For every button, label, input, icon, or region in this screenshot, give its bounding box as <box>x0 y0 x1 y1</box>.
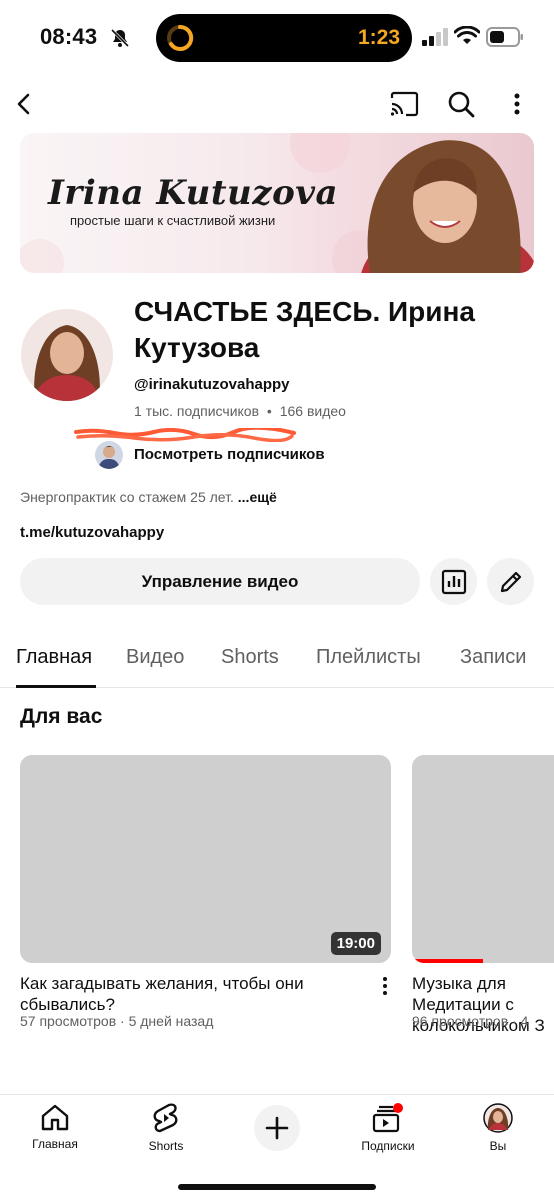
video-meta: 96 просмотров · 4 <box>412 1013 529 1029</box>
analytics-button[interactable] <box>430 558 477 605</box>
battery-icon <box>486 27 523 47</box>
tab-playlists[interactable]: Плейлисты <box>316 646 421 669</box>
cast-button[interactable] <box>384 84 424 124</box>
channel-stats: 1 тыс. подписчиков • 166 видео <box>134 403 346 419</box>
nav-home[interactable]: Главная <box>15 1103 95 1151</box>
home-indicator <box>178 1184 376 1190</box>
description-text: Энергопрактик со стажем 25 лет. <box>20 489 234 505</box>
back-arrow-icon <box>17 93 30 115</box>
stats-separator: • <box>266 403 272 419</box>
video-thumbnail[interactable]: 19:00 <box>20 755 391 963</box>
wifi-icon <box>454 26 480 44</box>
analytics-icon <box>441 569 466 594</box>
tab-videos[interactable]: Видео <box>126 646 184 669</box>
timer-ring-icon <box>167 24 194 51</box>
manage-videos-button[interactable]: Управление видео <box>20 558 420 605</box>
redaction-scribble <box>74 428 296 442</box>
active-tab-indicator <box>16 685 96 688</box>
watch-progress-bar <box>412 959 483 963</box>
more-options-button[interactable] <box>497 84 537 124</box>
subscriber-avatar <box>95 441 123 469</box>
cast-icon <box>390 91 419 117</box>
status-time: 08:43 <box>40 24 98 49</box>
avatar-image <box>21 309 113 401</box>
home-icon <box>41 1104 69 1131</box>
video-meta: 57 просмотров · 5 дней назад <box>20 1013 214 1029</box>
description-more[interactable]: ...ещё <box>238 489 277 505</box>
bottom-navigation: Главная Shorts Подписки Вы <box>0 1094 554 1200</box>
video-count: 166 видео <box>279 403 346 419</box>
nav-subscriptions[interactable]: Подписки <box>348 1103 428 1153</box>
edit-channel-button[interactable] <box>487 558 534 605</box>
create-button[interactable] <box>254 1105 300 1151</box>
channel-description[interactable]: Энергопрактик со стажем 25 лет. ...ещё <box>20 489 277 505</box>
video-thumbnail[interactable] <box>412 755 554 963</box>
nav-subscriptions-label: Подписки <box>361 1139 415 1153</box>
channel-avatar[interactable] <box>21 309 113 401</box>
video-more-icon[interactable] <box>378 976 392 996</box>
search-icon <box>448 91 475 118</box>
nav-shorts-label: Shorts <box>148 1139 184 1153</box>
section-title: Для вас <box>20 705 103 728</box>
subscriber-avatar-image <box>95 441 123 469</box>
channel-link[interactable]: t.me/kutuzovahappy <box>20 524 164 541</box>
tab-shorts[interactable]: Shorts <box>221 646 279 669</box>
video-duration: 19:00 <box>330 932 381 955</box>
channel-name: СЧАСТЬЕ ЗДЕСЬ. Ирина Кутузова <box>134 296 475 363</box>
plus-icon <box>265 1116 289 1140</box>
back-button[interactable] <box>4 84 44 124</box>
video-card-clip: Музыка для Медитации с колокольчиком З 9… <box>412 973 554 1033</box>
see-subscribers-link[interactable]: Посмотреть подписчиков <box>134 446 325 463</box>
channel-banner: Irina Kutuzova простые шаги к счастливой… <box>20 133 534 273</box>
nav-you-label: Вы <box>489 1139 507 1153</box>
subscriber-count: 1 тыс. подписчиков <box>134 403 260 419</box>
island-timer: 1:23 <box>357 26 400 49</box>
dynamic-island[interactable]: 1:23 <box>156 14 412 62</box>
top-app-bar <box>0 80 554 130</box>
tab-home[interactable]: Главная <box>16 646 92 669</box>
banner-title: Irina Kutuzova <box>48 173 339 213</box>
shorts-icon <box>153 1103 178 1133</box>
banner-subtitle: простые шаги к счастливой жизни <box>70 213 276 228</box>
subscriptions-icon <box>372 1103 403 1133</box>
nav-you[interactable]: Вы <box>458 1103 538 1153</box>
channel-tabs: Главная Видео Shorts Плейлисты Записи <box>0 640 554 688</box>
nav-shorts[interactable]: Shorts <box>126 1103 206 1153</box>
tab-posts[interactable]: Записи <box>460 646 526 669</box>
profile-avatar-icon <box>483 1103 513 1133</box>
status-bar: 08:43 1:23 <box>0 0 554 76</box>
more-vert-icon <box>514 93 520 115</box>
nav-home-label: Главная <box>32 1137 78 1151</box>
channel-handle: @irinakutuzovahappy <box>134 376 290 393</box>
pencil-icon <box>500 571 521 592</box>
search-button[interactable] <box>441 84 481 124</box>
video-title[interactable]: Как загадывать желания, чтобы они сбывал… <box>20 973 370 1015</box>
bell-off-icon <box>110 28 130 48</box>
signal-icon <box>422 28 448 46</box>
